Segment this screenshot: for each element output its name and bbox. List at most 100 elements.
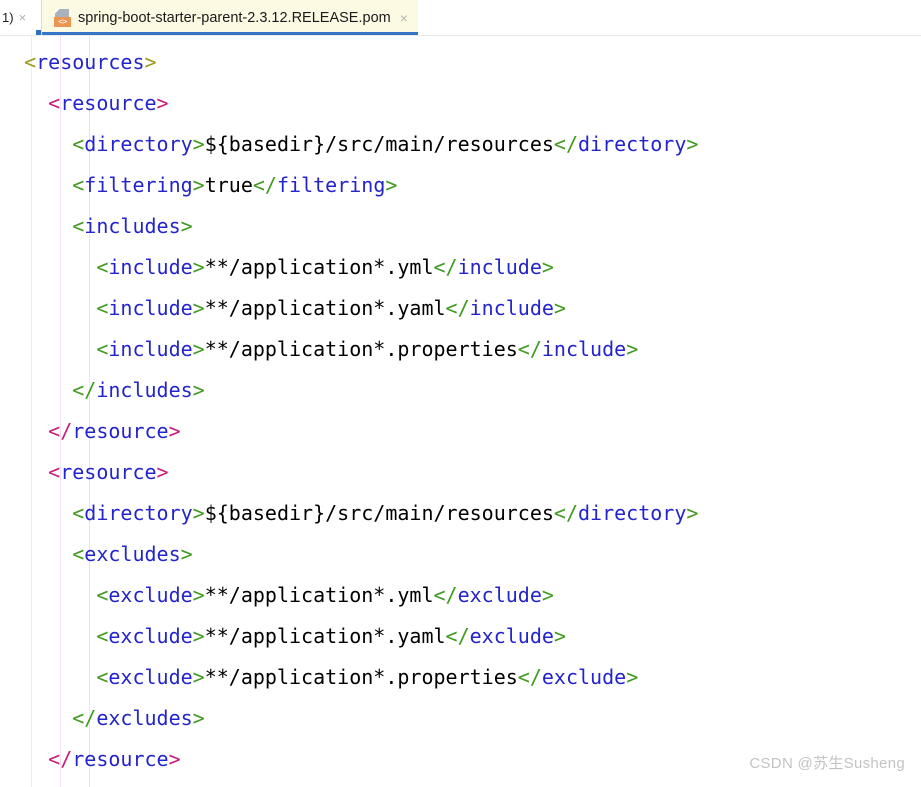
closing-tag-bracket-open: </: [445, 624, 470, 648]
code-line[interactable]: <includes>: [0, 206, 698, 247]
code-line[interactable]: <directory>${basedir}/src/main/resources…: [0, 493, 698, 534]
tag-name: directory: [84, 132, 193, 156]
tag-bracket-close: >: [168, 747, 181, 771]
code-line[interactable]: <filtering>true</filtering>: [0, 165, 698, 206]
tab-spring-boot-starter-parent-pom[interactable]: <> spring-boot-starter-parent-2.3.12.REL…: [42, 0, 418, 35]
tag-bracket-open: <: [96, 583, 109, 607]
code-line[interactable]: </resource>: [0, 411, 698, 452]
tag-bracket-open: <: [96, 255, 109, 279]
tag-bracket-close: >: [192, 173, 205, 197]
code-content[interactable]: <resources> <resource> <directory>${base…: [0, 36, 698, 780]
tag-name: includes: [84, 214, 181, 238]
tag-name: excludes: [84, 542, 181, 566]
close-icon[interactable]: ×: [19, 11, 27, 24]
code-line[interactable]: </resource>: [0, 739, 698, 780]
tab-indicator-dot: [36, 30, 41, 35]
code-line[interactable]: <exclude>**/application*.yaml</exclude>: [0, 616, 698, 657]
closing-tag-bracket-close: >: [626, 665, 639, 689]
closing-tag-bracket-close: >: [686, 501, 699, 525]
tag-bracket-close: >: [156, 460, 169, 484]
tag-name: excludes: [96, 706, 193, 730]
tag-bracket-open: <: [24, 50, 37, 74]
tag-name: exclude: [108, 624, 193, 648]
closing-tag-bracket-close: >: [553, 296, 566, 320]
tag-bracket-open: </: [48, 419, 73, 443]
tag-text-value: **/application*.yaml: [204, 624, 446, 648]
editor-tab-bar: 1) × <> spring-boot-starter-parent-2.3.1…: [0, 0, 921, 36]
tag-name: filtering: [84, 173, 193, 197]
closing-tag-bracket-close: >: [686, 132, 699, 156]
tag-bracket-open: <: [96, 296, 109, 320]
code-line[interactable]: <resource>: [0, 452, 698, 493]
tag-bracket-open: <: [96, 624, 109, 648]
csdn-watermark: CSDN @苏生Susheng: [749, 755, 905, 772]
closing-tag-name: include: [457, 255, 542, 279]
tag-name: directory: [84, 501, 193, 525]
tag-bracket-close: >: [192, 624, 205, 648]
code-line[interactable]: <exclude>**/application*.properties</exc…: [0, 657, 698, 698]
xml-badge-label: <>: [54, 16, 71, 27]
code-line[interactable]: </includes>: [0, 370, 698, 411]
tag-bracket-close: >: [180, 542, 193, 566]
tag-bracket-open: <: [72, 501, 85, 525]
closing-tag-bracket-close: >: [626, 337, 639, 361]
closing-tag-bracket-close: >: [541, 583, 554, 607]
tag-bracket-close: >: [192, 132, 205, 156]
code-line[interactable]: <exclude>**/application*.yml</exclude>: [0, 575, 698, 616]
tag-text-value: **/application*.properties: [204, 665, 518, 689]
tag-bracket-close: >: [192, 706, 205, 730]
tag-bracket-open: </: [48, 747, 73, 771]
tag-bracket-open: <: [48, 91, 61, 115]
code-line[interactable]: <directory>${basedir}/src/main/resources…: [0, 124, 698, 165]
tag-name: includes: [96, 378, 193, 402]
closing-tag-bracket-open: </: [433, 583, 458, 607]
tag-bracket-open: <: [72, 132, 85, 156]
tag-bracket-close: >: [192, 501, 205, 525]
tag-text-value: **/application*.yaml: [204, 296, 446, 320]
tag-text-value: true: [204, 173, 253, 197]
tag-text-value: ${basedir}/src/main/resources: [204, 501, 554, 525]
close-icon[interactable]: ×: [400, 11, 408, 25]
closing-tag-name: exclude: [541, 665, 627, 689]
code-line[interactable]: </excludes>: [0, 698, 698, 739]
tag-bracket-close: >: [192, 665, 205, 689]
tag-name: resource: [72, 747, 169, 771]
code-line[interactable]: <resources>: [0, 42, 698, 83]
tag-text-value: **/application*.yml: [204, 583, 434, 607]
tag-text-value: **/application*.properties: [204, 337, 518, 361]
code-line[interactable]: <include>**/application*.yml</include>: [0, 247, 698, 288]
code-line[interactable]: <excludes>: [0, 534, 698, 575]
code-line[interactable]: <include>**/application*.properties</inc…: [0, 329, 698, 370]
tag-bracket-close: >: [180, 214, 193, 238]
tag-bracket-open: <: [96, 665, 109, 689]
closing-tag-bracket-close: >: [541, 255, 554, 279]
xml-file-icon: <>: [54, 8, 71, 27]
tag-bracket-close: >: [192, 337, 205, 361]
tab-previous-partial[interactable]: 1) ×: [0, 0, 42, 35]
tag-bracket-close: >: [156, 91, 169, 115]
closing-tag-name: directory: [578, 132, 687, 156]
tag-bracket-open: <: [72, 214, 85, 238]
tag-bracket-close: >: [168, 419, 181, 443]
tab-previous-label: 1): [2, 10, 14, 25]
closing-tag-name: include: [541, 337, 627, 361]
code-line[interactable]: <include>**/application*.yaml</include>: [0, 288, 698, 329]
code-editor-pane[interactable]: <resources> <resource> <directory>${base…: [0, 36, 921, 787]
closing-tag-bracket-open: </: [445, 296, 470, 320]
code-line[interactable]: <resource>: [0, 83, 698, 124]
